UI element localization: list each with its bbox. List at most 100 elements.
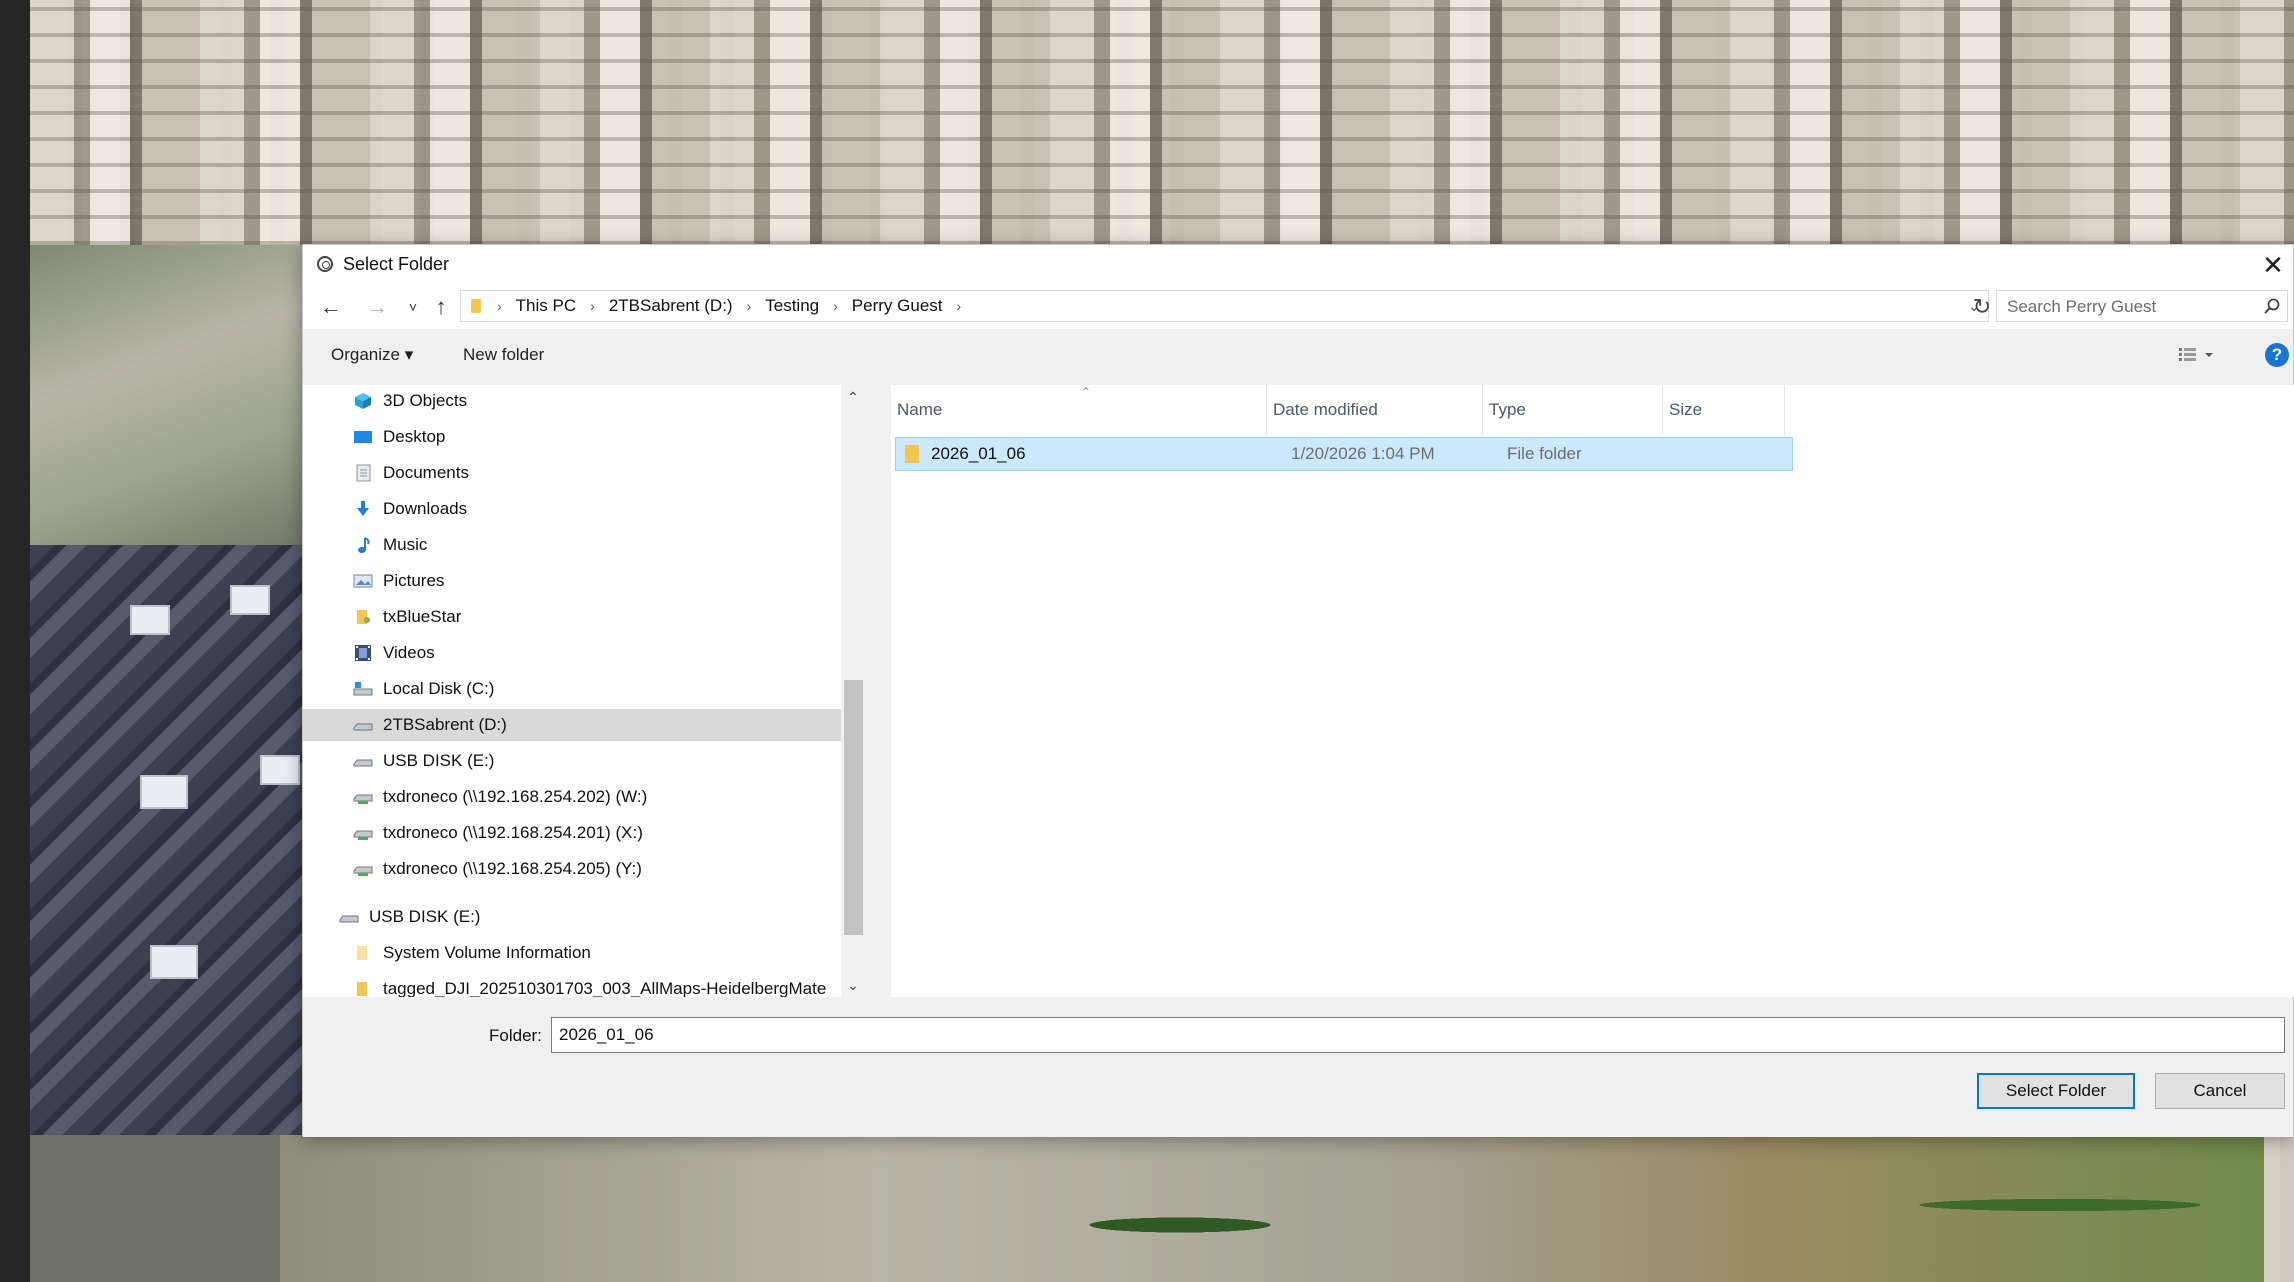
column-header-size[interactable]: Size [1663,385,1785,435]
refresh-button[interactable]: ↻ [1968,293,1996,321]
usb-drive-icon [353,752,373,770]
nav-item-videos[interactable]: Videos [303,637,841,669]
navigation-scrollbar[interactable]: ⌃ ⌄ [841,385,866,997]
column-label: Name [897,400,943,419]
scrollbar-thumb[interactable] [844,680,863,935]
nav-item-downloads[interactable]: Downloads [303,493,841,525]
nav-item-2tbsabrent-d[interactable]: 2TBSabrent (D:) [303,709,841,741]
folder-label: Folder: [489,1026,542,1045]
nav-item-pictures[interactable]: Pictures [303,565,841,597]
file-name: 2026_01_06 [931,444,1026,463]
file-list: Name ⌃ Date modified Type Size 2026_01_0… [891,385,2294,997]
nav-item-network-w[interactable]: txdroneco (\\192.168.254.202) (W:) [303,781,841,813]
nav-item-label: USB DISK (E:) [383,751,495,770]
column-header-date-modified[interactable]: Date modified [1267,385,1483,435]
crumb-drive[interactable]: 2TBSabrent (D:) [609,296,733,316]
nav-item-label: Music [383,535,428,554]
nav-item-usb-disk-e-root[interactable]: USB DISK (E:) [303,901,841,933]
nav-item-label: System Volume Information [383,943,591,962]
nav-item-label: txdroneco (\\192.168.254.201) (X:) [383,823,643,842]
forward-button[interactable]: → [363,293,391,321]
chevron-right-icon[interactable]: › [833,298,838,314]
command-bar: Organize ▾ New folder ? [303,339,2293,371]
chevron-right-icon: › [497,298,502,314]
search-input[interactable]: Search Perry Guest [1996,290,2288,322]
nav-item-txbluestar[interactable]: txBlueStar [303,601,841,633]
file-date: 1/20/2026 1:04 PM [1291,444,1435,463]
nav-item-3d-objects[interactable]: 3D Objects [303,385,841,417]
nav-item-label: txdroneco (\\192.168.254.205) (Y:) [383,859,642,878]
title-bar: Select Folder ✕ [303,245,2293,285]
folder-icon [353,980,373,997]
select-folder-dialog: Select Folder ✕ ← → ˅ ↑ › This PC › 2TBS… [302,244,2294,1137]
select-folder-button[interactable]: Select Folder [1977,1073,2135,1109]
nav-item-network-x[interactable]: txdroneco (\\192.168.254.201) (X:) [303,817,841,849]
back-button[interactable]: ← [317,293,345,321]
folder-icon [353,944,373,962]
scroll-down-icon[interactable]: ⌄ [845,977,861,993]
nav-item-label: txBlueStar [383,607,462,626]
nav-item-label: Local Disk (C:) [383,679,495,698]
chevron-right-icon[interactable]: › [590,298,595,314]
file-row[interactable]: 2026_01_06 1/20/2026 1:04 PM File folder [895,437,1793,471]
nav-item-label: txdroneco (\\192.168.254.202) (W:) [383,787,648,806]
nav-item-label: Desktop [383,427,446,446]
nav-item-local-disk-c[interactable]: Local Disk (C:) [303,673,841,705]
3d-objects-icon [353,392,373,410]
recent-locations-button[interactable]: ˅ [399,293,427,321]
sort-ascending-icon: ⌃ [1081,385,1092,399]
crumb-perry-guest[interactable]: Perry Guest [852,296,943,316]
close-button[interactable]: ✕ [2253,245,2293,285]
new-folder-button[interactable]: New folder [463,339,544,371]
network-drive-icon [353,788,373,806]
app-icon [317,256,333,272]
nav-item-label: 2TBSabrent (D:) [383,715,507,734]
column-header-type[interactable]: Type [1483,385,1663,435]
nav-item-label: Downloads [383,499,468,518]
nav-item-label: Documents [383,463,469,482]
drive-icon [353,716,373,734]
search-placeholder: Search Perry Guest [2007,297,2157,316]
nav-item-network-y[interactable]: txdroneco (\\192.168.254.205) (Y:) [303,853,841,885]
downloads-icon [353,500,373,518]
address-row: ← → ˅ ↑ › This PC › 2TBSabrent (D:) › Te… [303,285,2293,329]
crumb-testing[interactable]: Testing [765,296,819,316]
dialog-footer: Folder: 2026_01_06 Select Folder Cancel [303,997,2293,1137]
nav-item-system-volume-information[interactable]: System Volume Information [303,937,841,969]
crumb-this-pc[interactable]: This PC [516,296,576,316]
nav-item-label: Videos [383,643,435,662]
help-button[interactable]: ? [2265,343,2289,367]
up-button[interactable]: ↑ [427,293,455,321]
local-disk-icon [353,680,373,698]
nav-item-label: tagged_DJI_202510301703_003_AllMaps-Heid… [383,979,827,997]
dialog-title: Select Folder [343,254,450,274]
nav-item-label: Pictures [383,571,445,590]
nav-item-music[interactable]: Music [303,529,841,561]
chevron-right-icon[interactable]: › [747,298,752,314]
search-icon [2264,298,2280,314]
desktop-icon [353,428,373,446]
navigation-pane: 3D Objects Desktop Documents Downloads M… [303,385,866,997]
folder-icon [471,299,481,313]
nav-item-documents[interactable]: Documents [303,457,841,489]
user-folder-icon [353,608,373,626]
view-options-icon[interactable] [2177,343,2217,367]
nav-item-desktop[interactable]: Desktop [303,421,841,453]
folder-name-input[interactable]: 2026_01_06 [551,1017,2285,1053]
nav-item-tagged-dji[interactable]: tagged_DJI_202510301703_003_AllMaps-Heid… [303,973,841,997]
pictures-icon [353,572,373,590]
scroll-up-icon[interactable]: ⌃ [845,389,861,405]
usb-drive-icon [339,908,359,926]
address-bar[interactable]: › This PC › 2TBSabrent (D:) › Testing › … [460,290,1989,322]
music-icon [353,536,373,554]
nav-item-label: 3D Objects [383,391,468,410]
network-drive-icon [353,860,373,878]
nav-item-usb-disk-e[interactable]: USB DISK (E:) [303,745,841,777]
column-header-name[interactable]: Name ⌃ [891,385,1267,435]
chevron-right-icon[interactable]: › [957,298,962,314]
cancel-button[interactable]: Cancel [2155,1073,2285,1109]
folder-icon [905,445,919,463]
nav-item-label: USB DISK (E:) [369,907,481,926]
desktop-edge [0,0,30,1282]
organize-button[interactable]: Organize ▾ [331,339,413,371]
